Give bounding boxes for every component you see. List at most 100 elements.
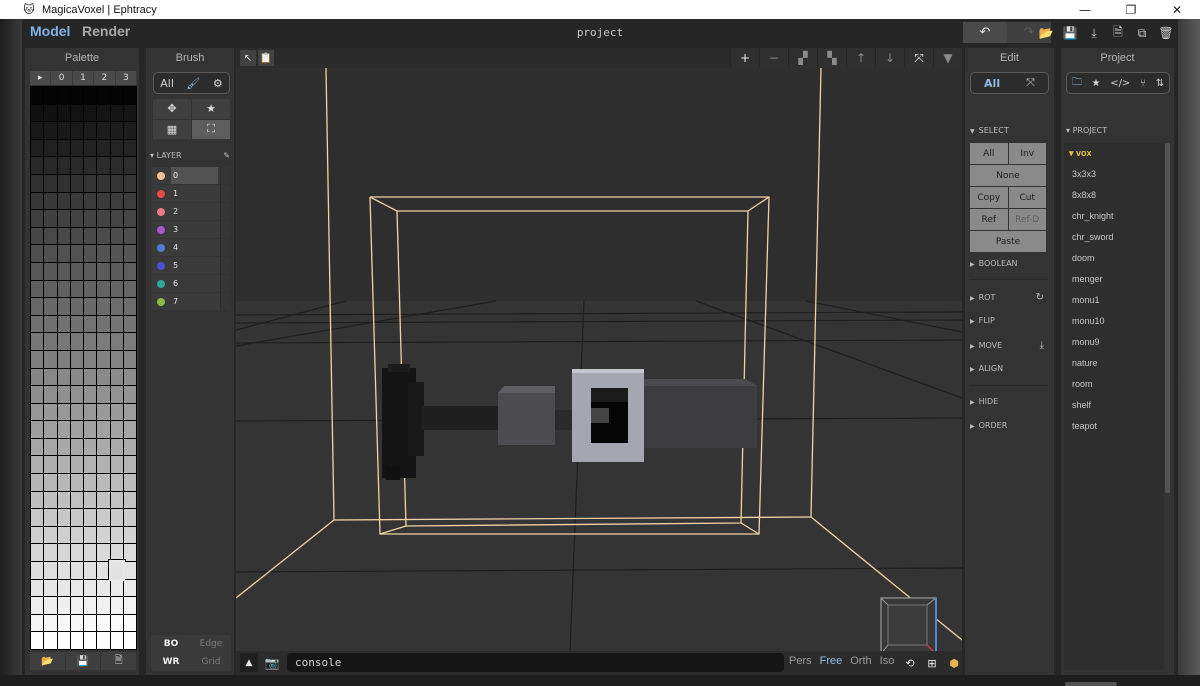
palette-swatch[interactable] — [97, 509, 110, 526]
palette-swatch[interactable] — [31, 474, 44, 491]
dropdown-triangle-icon[interactable]: ▼ — [933, 48, 962, 68]
palette-swatch[interactable] — [110, 474, 123, 491]
palette-swatch[interactable] — [123, 280, 136, 298]
palette-swatch[interactable] — [57, 421, 70, 438]
palette-swatch[interactable] — [84, 280, 97, 298]
palette-swatch[interactable] — [44, 403, 57, 421]
palette-swatch[interactable] — [108, 560, 126, 581]
palette-swatch[interactable] — [97, 438, 110, 456]
layer-section-header[interactable]: ▾ LAYER ✎ — [150, 148, 230, 162]
palette-swatch[interactable] — [84, 350, 97, 368]
palette-swatch[interactable] — [123, 104, 136, 122]
palette-swatch[interactable] — [84, 227, 97, 245]
palette-swatch[interactable] — [57, 192, 70, 210]
layer-color-dot[interactable] — [157, 279, 165, 288]
palette-swatch[interactable] — [97, 614, 110, 632]
palette-swatch[interactable] — [123, 474, 136, 491]
section-boolean[interactable]: ▶ BOOLEAN — [970, 259, 1048, 268]
palette-swatch[interactable] — [57, 386, 70, 403]
palette-swatch[interactable] — [97, 210, 110, 227]
palette-swatch[interactable] — [57, 544, 70, 562]
palette-swatch[interactable] — [57, 315, 70, 333]
select-ref-d-button[interactable]: Ref-D — [1008, 209, 1046, 230]
palette-swatch[interactable] — [97, 122, 110, 139]
palette-swatch[interactable] — [110, 174, 123, 192]
section-order[interactable]: ▶ ORDER — [970, 421, 1048, 430]
palette-swatch[interactable] — [44, 474, 57, 491]
palette-swatch[interactable] — [57, 350, 70, 368]
palette-swatch[interactable] — [84, 262, 97, 280]
palette-swatch[interactable] — [44, 157, 57, 174]
project-section-header[interactable]: ▾ PROJECT — [1066, 126, 1107, 135]
star-icon[interactable]: ★ — [1092, 78, 1101, 89]
palette-swatch[interactable] — [110, 333, 123, 350]
palette-swatch[interactable] — [97, 368, 110, 386]
palette-swatch[interactable] — [84, 157, 97, 174]
palette-swatch[interactable] — [84, 386, 97, 403]
palette-swatch[interactable] — [57, 104, 70, 122]
palette-swatch[interactable] — [123, 87, 136, 104]
palette-swatch[interactable] — [44, 315, 57, 333]
brush-mode-all[interactable]: All — [160, 77, 174, 90]
arrow-up-icon[interactable]: ↑ — [846, 48, 875, 68]
palette-swatch[interactable] — [84, 174, 97, 192]
layer-row[interactable]: 6 — [152, 275, 230, 292]
palette-swatch[interactable] — [123, 227, 136, 245]
box-icon[interactable]: ⬢ — [946, 654, 962, 672]
palette-swatch[interactable] — [84, 333, 97, 350]
palette-swatch[interactable] — [110, 421, 123, 438]
palette-swatch[interactable] — [44, 227, 57, 245]
palette-swatch[interactable] — [31, 245, 44, 262]
palette-swatch[interactable] — [57, 280, 70, 298]
palette-swatch[interactable] — [44, 456, 57, 474]
palette-swatch[interactable] — [57, 368, 70, 386]
move-down-icon[interactable]: ⤓ — [1040, 340, 1044, 351]
palette-swatch[interactable] — [44, 139, 57, 157]
palette-swatch[interactable] — [110, 245, 123, 262]
save-icon[interactable]: 💾 — [1058, 23, 1082, 43]
palette-swatch[interactable] — [57, 438, 70, 456]
palette-swatch[interactable] — [44, 298, 57, 315]
palette-swatch[interactable] — [70, 350, 83, 368]
palette-tab-3[interactable]: 3 — [116, 71, 138, 85]
sort-icon[interactable]: ⇅ — [1156, 78, 1164, 89]
palette-swatch[interactable] — [57, 526, 70, 544]
paint-brush-icon[interactable]: 🖌 — [186, 77, 200, 90]
palette-swatch[interactable] — [31, 562, 44, 579]
palette-swatch[interactable] — [97, 174, 110, 192]
layer-visibility-toggle[interactable] — [220, 167, 230, 184]
palette-swatch[interactable] — [123, 315, 136, 333]
console-toggle-icon[interactable]: ▲ — [240, 653, 258, 672]
palette-swatch[interactable] — [123, 298, 136, 315]
palette-swatch[interactable] — [70, 157, 83, 174]
zoom-out-icon[interactable]: − — [759, 48, 788, 68]
palette-swatch[interactable] — [57, 210, 70, 227]
palette-swatch[interactable] — [44, 174, 57, 192]
palette-save-icon[interactable]: 💾 — [66, 652, 102, 670]
layer-visibility-toggle[interactable] — [220, 275, 230, 292]
palette-tab-2[interactable]: 2 — [94, 71, 116, 85]
project-file-item[interactable]: 3x3x3 — [1064, 164, 1164, 185]
palette-swatch[interactable] — [97, 104, 110, 122]
palette-swatch[interactable] — [97, 157, 110, 174]
palette-swatch[interactable] — [97, 192, 110, 210]
layer-color-dot[interactable] — [157, 171, 165, 180]
layer-color-dot[interactable] — [157, 189, 165, 198]
palette-tab-play[interactable]: ▸ — [30, 71, 52, 85]
palette-swatch[interactable] — [97, 526, 110, 544]
layer-row[interactable]: 1 — [152, 185, 230, 202]
palette-swatch[interactable] — [70, 456, 83, 474]
layer-color-dot[interactable] — [157, 225, 165, 234]
palette-swatch[interactable] — [110, 544, 123, 562]
layer-color-dot[interactable] — [157, 297, 165, 306]
shrink-icon[interactable]: ▞ — [788, 48, 817, 68]
palette-swatch[interactable] — [110, 139, 123, 157]
layer-row[interactable]: 5 — [152, 257, 230, 274]
palette-swatch[interactable] — [44, 122, 57, 139]
palette-swatch[interactable] — [57, 456, 70, 474]
palette-swatch[interactable] — [31, 192, 44, 210]
edit-mode-all[interactable]: All — [984, 77, 1000, 90]
palette-swatch[interactable] — [57, 509, 70, 526]
palette-swatch[interactable] — [110, 298, 123, 315]
palette-swatch[interactable] — [44, 579, 57, 597]
